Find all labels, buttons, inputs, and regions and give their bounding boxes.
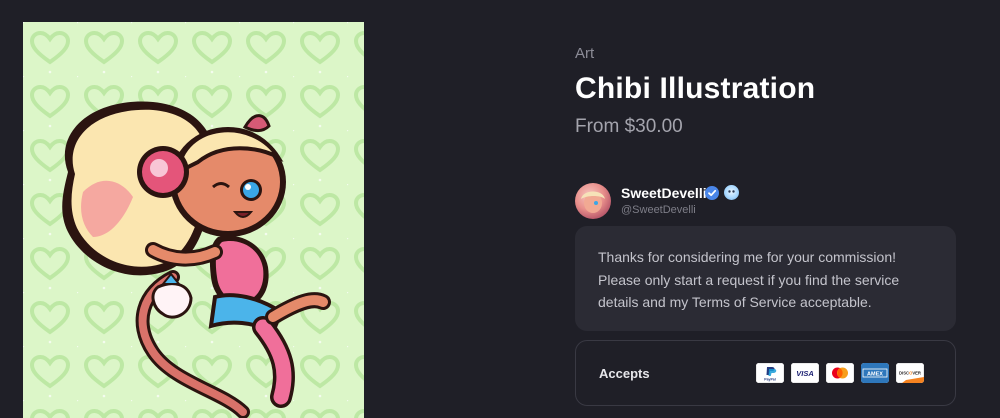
svg-text:DISCOVER: DISCOVER <box>899 371 921 376</box>
product-artwork[interactable] <box>23 22 364 418</box>
seller-avatar[interactable] <box>575 183 611 219</box>
verified-badge-icon <box>705 186 719 200</box>
seller-message-text: Thanks for considering me for your commi… <box>598 249 900 310</box>
seller-handle[interactable]: @SweetDevelli <box>621 204 696 216</box>
chibi-character-illustration <box>62 101 331 418</box>
seller-name[interactable]: SweetDevelli <box>621 185 707 201</box>
accepts-label: Accepts <box>599 366 650 381</box>
svg-text:AMEX: AMEX <box>867 372 883 378</box>
seller-message-card: Thanks for considering me for your commi… <box>575 226 956 331</box>
svg-text:VISA: VISA <box>796 369 814 378</box>
amex-icon: AMEX <box>861 363 889 383</box>
discover-icon: DISCOVER <box>896 363 924 383</box>
paypal-icon: PayPal <box>756 363 784 383</box>
accepted-payments: Accepts PayPal VISA AMEX DISCOVER <box>575 340 956 406</box>
product-price: From $30.00 <box>575 116 683 137</box>
profile-badge-icon <box>724 185 739 200</box>
mastercard-icon <box>826 363 854 383</box>
product-category: Art <box>575 45 595 62</box>
visa-icon: VISA <box>791 363 819 383</box>
product-title: Chibi Illustration <box>575 72 816 105</box>
seller-info[interactable]: SweetDevelli @SweetDevelli <box>575 183 875 219</box>
svg-text:PayPal: PayPal <box>764 378 776 382</box>
